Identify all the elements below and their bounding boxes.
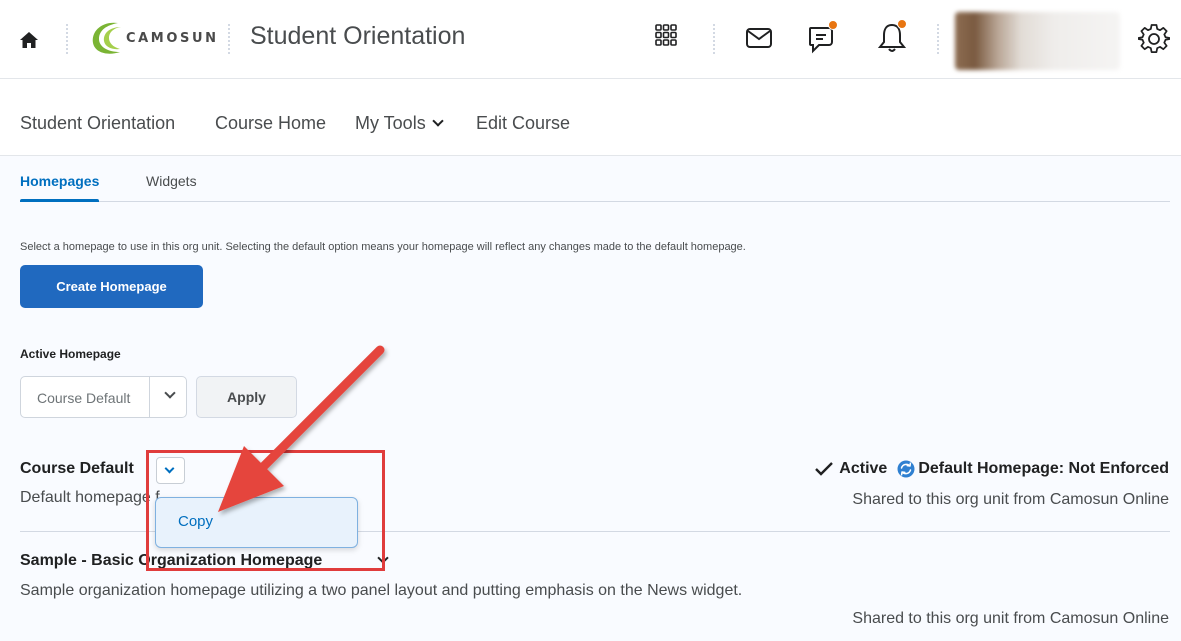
chevron-down-icon (164, 463, 175, 474)
nav-student-orientation[interactable]: Student Orientation (20, 113, 175, 134)
nav-edit-course[interactable]: Edit Course (476, 113, 570, 134)
chevron-down-icon (432, 115, 444, 127)
course-title[interactable]: Student Orientation (250, 22, 465, 51)
nav-course-home[interactable]: Course Home (215, 113, 326, 134)
notification-dot (828, 20, 838, 30)
user-profile-avatar[interactable] (955, 12, 1120, 70)
status-active: Active (839, 460, 888, 477)
header-separator (713, 24, 715, 54)
checkmark-icon (815, 462, 834, 476)
active-homepage-label: Active Homepage (20, 347, 121, 361)
homepage-status: Active Default Homepage: Not Enforced (815, 460, 1169, 478)
select-divider (149, 377, 150, 417)
notification-dot (897, 19, 907, 29)
course-selector-grid-icon[interactable] (655, 24, 677, 51)
active-homepage-select[interactable]: Course Default (20, 376, 187, 418)
camosun-logo[interactable]: CAMOSUN (88, 18, 219, 58)
tab-widgets[interactable]: Widgets (146, 173, 197, 189)
default-homepage-icon (897, 460, 915, 478)
tab-homepages[interactable]: Homepages (20, 173, 100, 202)
active-homepage-select-value: Course Default (37, 390, 131, 406)
course-navbar: Student Orientation Course Home My Tools… (0, 78, 1181, 156)
top-header: CAMOSUN Student Orientation (0, 0, 1181, 78)
settings-gear-icon[interactable] (1137, 23, 1171, 60)
nav-my-tools[interactable]: My Tools (355, 113, 444, 134)
homepage-title-course-default[interactable]: Course Default (20, 460, 134, 478)
status-default-not-enforced: Default Homepage: Not Enforced (918, 460, 1169, 477)
message-alerts-icon[interactable] (745, 27, 773, 54)
update-alerts-bell-icon[interactable] (876, 19, 908, 59)
chevron-down-icon (164, 387, 176, 399)
homepage-title-sample-basic[interactable]: Sample - Basic Organization Homepage (20, 552, 322, 570)
homepage-description: Default homepage f (20, 489, 160, 506)
subscription-alerts-icon[interactable] (808, 20, 838, 59)
apply-button[interactable]: Apply (196, 376, 297, 418)
homepage-shared-note: Shared to this org unit from Camosun Onl… (852, 491, 1169, 508)
logo-text: CAMOSUN (126, 30, 219, 46)
create-homepage-button[interactable]: Create Homepage (20, 265, 203, 308)
logo-swoosh-icon (92, 22, 121, 54)
menu-item-copy[interactable]: Copy (178, 513, 213, 530)
header-separator (228, 24, 230, 54)
homepage-context-menu: Copy (155, 497, 358, 548)
header-separator (66, 24, 68, 54)
tab-list: Homepages Widgets (20, 172, 1170, 202)
home-icon[interactable] (19, 30, 39, 50)
homepage-context-menu-button[interactable] (156, 457, 185, 484)
homepage-shared-note: Shared to this org unit from Camosun Onl… (852, 610, 1169, 627)
header-separator (937, 24, 939, 54)
intro-text: Select a homepage to use in this org uni… (20, 241, 746, 253)
nav-my-tools-label: My Tools (355, 113, 426, 133)
homepage-description: Sample organization homepage utilizing a… (20, 582, 743, 599)
